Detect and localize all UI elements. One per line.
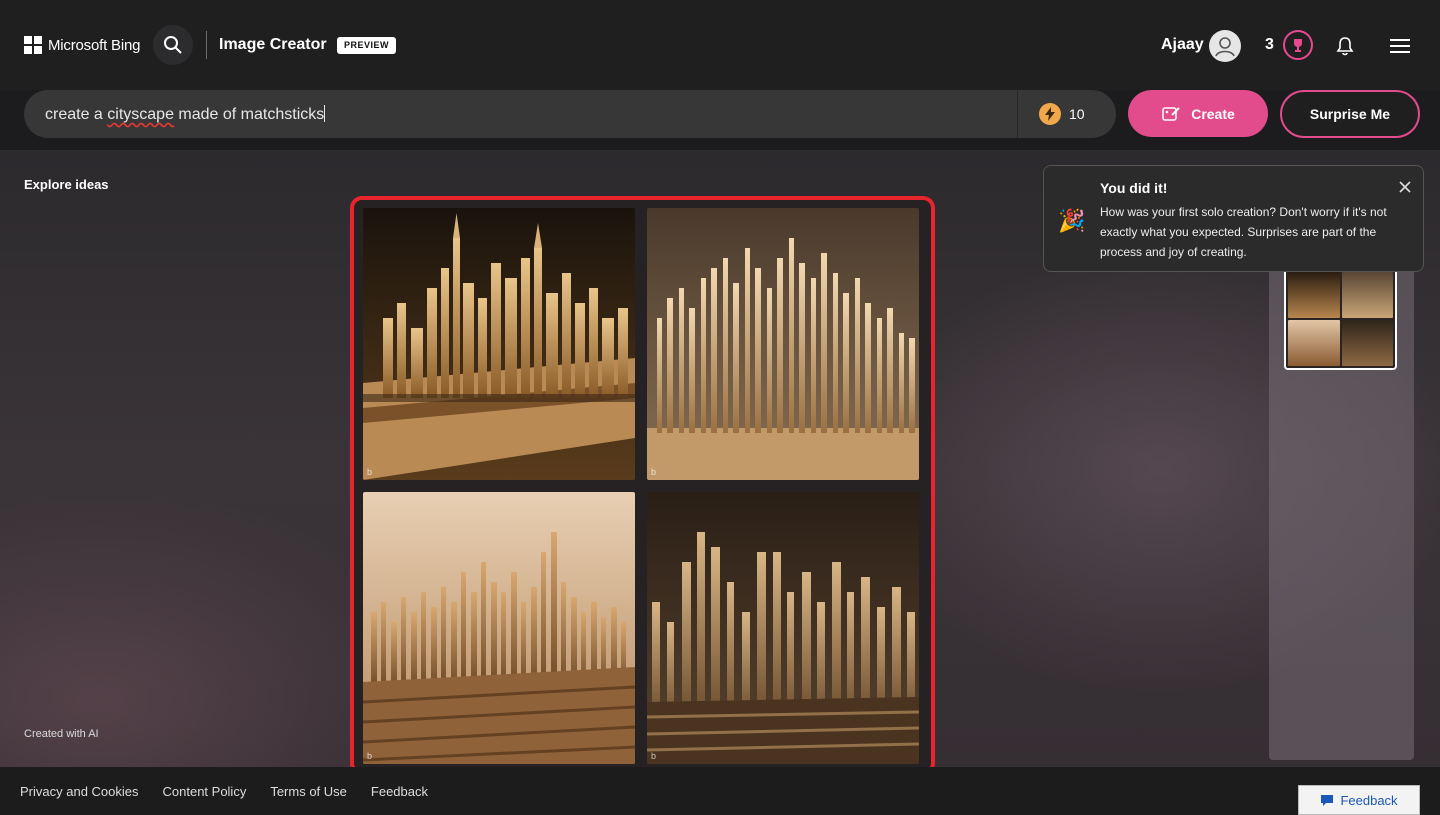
toast-title: You did it! [1100,180,1168,196]
microsoft-logo-icon [24,36,42,54]
create-label: Create [1191,105,1235,122]
rewards-count[interactable]: 3 [1265,36,1274,54]
footer: Privacy and Cookies Content Policy Terms… [0,767,1440,815]
surprise-me-button[interactable]: Surprise Me [1280,90,1420,138]
prompt-divider [1017,90,1018,138]
notifications-bell-icon[interactable] [1336,36,1354,56]
content-policy-link[interactable]: Content Policy [163,784,247,799]
app-title[interactable]: Image Creator [219,36,327,54]
explore-ideas-link[interactable]: Explore ideas [24,177,109,192]
bing-watermark-icon: b [651,467,657,477]
boosts-count: 10 [1069,106,1085,122]
matchstick-city-image-3 [363,492,635,764]
privacy-cookies-link[interactable]: Privacy and Cookies [20,784,139,799]
feedback-button-label: Feedback [1340,792,1398,808]
close-icon[interactable] [1396,178,1414,196]
prompt-input[interactable]: create a cityscape made of matchsticks [45,105,1005,124]
create-button[interactable]: Create [1128,90,1268,137]
user-avatar-icon [1210,31,1240,61]
trophy-icon [1294,39,1302,52]
prompt-bar: create a cityscape made of matchsticks 1… [24,90,1116,138]
bing-brand-link[interactable]: Microsoft Bing [24,36,140,54]
party-popper-icon: 🎉 [1058,208,1086,233]
generated-image-2[interactable]: b [647,208,919,480]
avatar[interactable] [1209,30,1241,62]
boosts-indicator[interactable]: 10 [1039,103,1085,125]
text-cursor [324,105,326,122]
created-with-ai-label: Created with AI [24,728,99,740]
terms-of-use-link[interactable]: Terms of Use [270,784,347,799]
prompt-text-suffix: made of matchsticks [173,106,325,123]
bing-watermark-icon: b [367,751,373,761]
thumb-image-1 [1288,272,1340,318]
search-button[interactable] [153,25,193,65]
rewards-button[interactable] [1283,30,1313,60]
search-icon [164,36,182,54]
brand-name: Microsoft Bing [48,36,141,54]
chat-bubble-icon [1321,794,1334,806]
prompt-text-misspelled: cityscape [107,106,174,123]
feedback-button[interactable]: Feedback [1298,785,1420,815]
create-brush-icon [1162,106,1180,121]
user-name[interactable]: Ajaay [1161,36,1204,54]
recent-creation-thumbnail[interactable] [1284,268,1397,370]
generated-image-1[interactable]: b [363,208,635,480]
thumb-image-2 [1341,272,1393,318]
feedback-link[interactable]: Feedback [371,784,428,799]
hamburger-menu-icon[interactable] [1390,38,1410,54]
header-divider [206,31,207,59]
bing-watermark-icon: b [367,467,373,477]
matchstick-city-image-4 [647,492,919,764]
bing-watermark-icon: b [651,751,657,761]
generated-image-4[interactable]: b [647,492,919,764]
footer-links: Privacy and Cookies Content Policy Terms… [20,784,428,799]
preview-badge: PREVIEW [337,37,397,54]
prompt-text-prefix: create a [45,106,108,123]
matchstick-city-image-2 [647,208,919,480]
thumb-image-4 [1341,320,1393,366]
first-creation-toast: 🎉 You did it! How was your first solo cr… [1043,165,1424,272]
lightning-bolt-icon [1039,103,1061,125]
matchstick-city-image-1 [363,208,635,480]
toast-body: How was your first solo creation? Don't … [1100,205,1387,259]
thumb-image-3 [1288,320,1340,366]
generated-image-3[interactable]: b [363,492,635,764]
